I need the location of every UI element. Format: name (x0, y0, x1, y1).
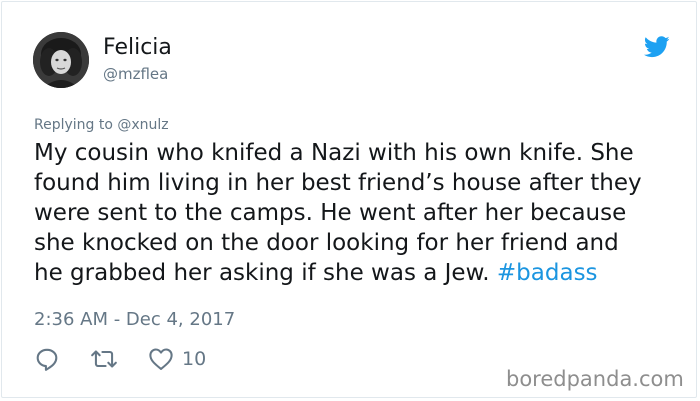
tweet-text-line: he grabbed her asking if she was a Jew. … (34, 258, 684, 288)
replying-to: Replying to @xnulz (34, 117, 169, 134)
tweet-actions: 10 (34, 345, 236, 373)
tweet-timestamp[interactable]: 2:36 AM - Dec 4, 2017 (34, 309, 235, 331)
reply-button[interactable] (34, 346, 60, 372)
like-button[interactable]: 10 (148, 347, 206, 371)
reply-icon (36, 348, 58, 371)
tweet-text-line: found him living in her best friend’s ho… (34, 170, 642, 196)
author-display-name[interactable]: Felicia (103, 35, 172, 61)
author-handle[interactable]: @mzflea (103, 65, 168, 83)
tweet-card: Felicia @mzflea Replying to @xnulz My co… (1, 1, 697, 398)
hashtag-link[interactable]: #badass (497, 260, 598, 286)
like-count: 10 (182, 348, 207, 370)
replying-to-label: Replying to (34, 117, 113, 133)
heart-icon (149, 348, 173, 370)
avatar-photo (33, 32, 89, 88)
tweet-text: My cousin who knifed a Nazi with his own… (34, 138, 684, 288)
tweet-text-line: My cousin who knifed a Nazi with his own… (34, 140, 634, 166)
twitter-bird-icon[interactable] (644, 36, 670, 58)
tweet-text-line-part: he grabbed her asking if she was a Jew. (34, 260, 497, 286)
reply-mention-link[interactable]: @xnulz (117, 117, 168, 133)
retweet-icon (91, 350, 117, 368)
tweet-text-line: she knocked on the door looking for her … (34, 230, 619, 256)
tweet-text-line: were sent to the camps. He went after he… (34, 200, 627, 226)
watermark-text: boredpanda.com (506, 367, 684, 391)
avatar[interactable] (33, 32, 89, 88)
retweet-button[interactable] (90, 346, 118, 372)
